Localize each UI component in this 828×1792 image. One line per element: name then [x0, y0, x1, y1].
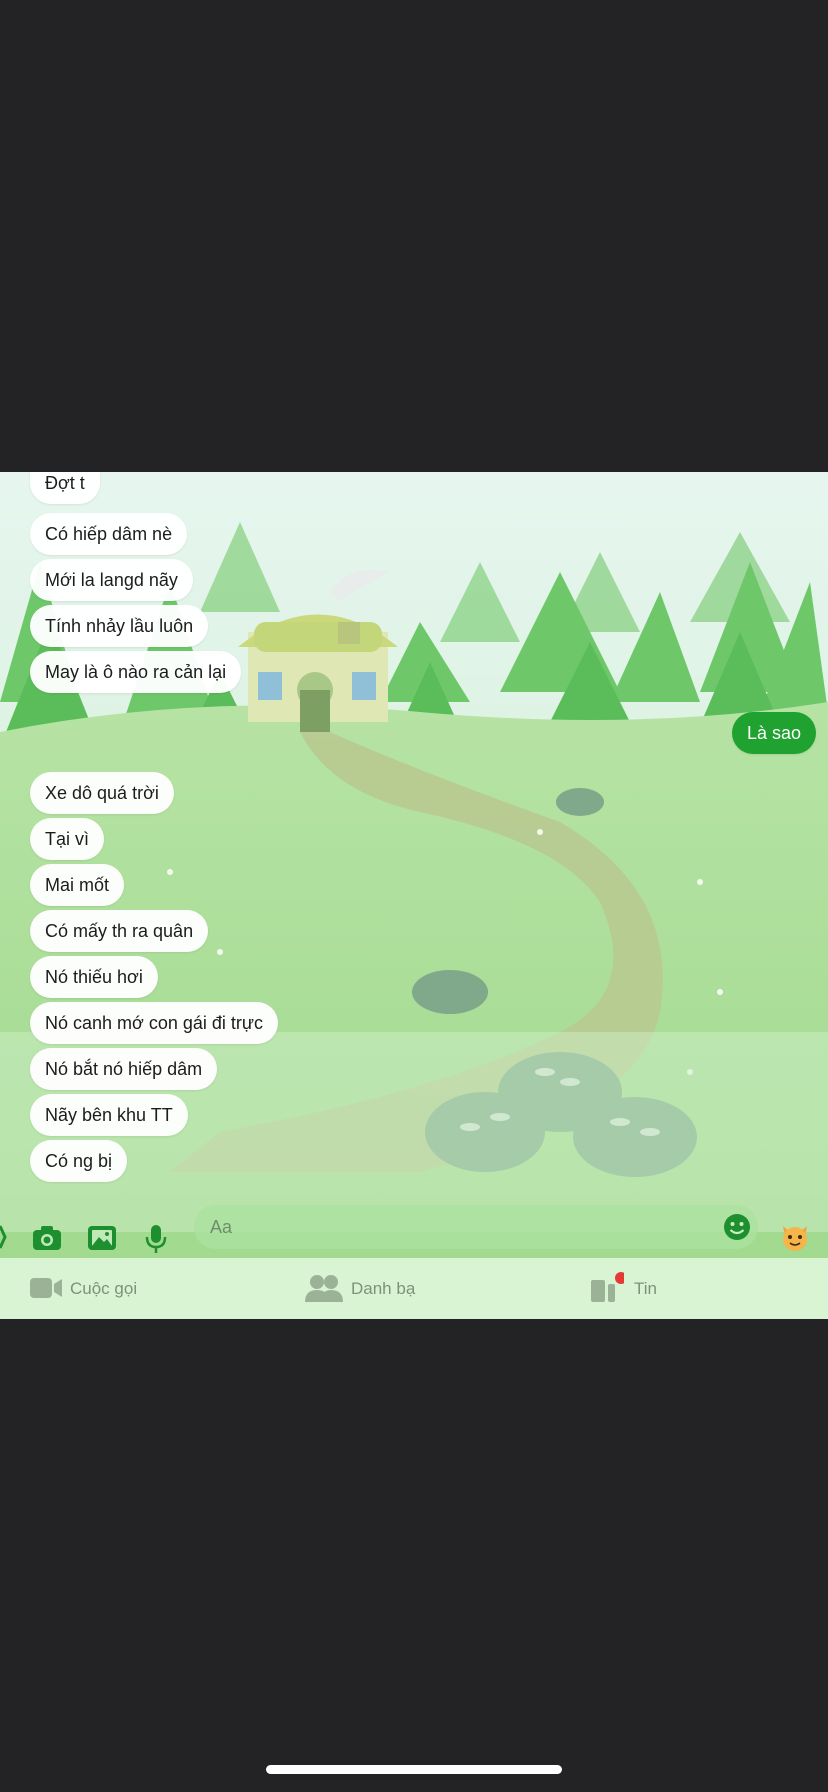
tab-contacts[interactable]: Danh bạ [305, 1258, 465, 1319]
message-bubble-incoming[interactable]: May là ô nào ra cản lại [30, 651, 242, 693]
tab-calls-label: Cuộc gọi [70, 1279, 138, 1298]
message-bubble-incoming[interactable]: Mới la langd nãy [30, 559, 193, 601]
microphone-icon[interactable] [145, 1224, 167, 1254]
chevron-partial-icon[interactable] [0, 1224, 10, 1250]
video-call-icon [30, 1278, 62, 1298]
contacts-icon [305, 1275, 343, 1302]
message-bubble-incoming[interactable]: Tính nhảy lầu luôn [30, 605, 209, 647]
message-bubble-incoming[interactable]: Nó canh mớ con gái đi trực [30, 1002, 278, 1044]
emoji-icon[interactable] [722, 1212, 752, 1242]
message-bubble-incoming[interactable]: Nãy bên khu TT [30, 1094, 188, 1136]
message-bubble-incoming[interactable]: Có hiếp dâm nè [30, 513, 188, 555]
camera-icon[interactable] [32, 1224, 62, 1252]
tab-news[interactable]: Tin [590, 1258, 710, 1319]
message-bubble-incoming[interactable]: Đợt t [30, 472, 100, 504]
message-bubble-incoming[interactable]: Có ng bị [30, 1140, 128, 1182]
news-icon [591, 1272, 624, 1302]
message-bubble-incoming[interactable]: Nó thiếu hơi [30, 956, 158, 998]
tab-contacts-label: Danh bạ [351, 1279, 416, 1298]
message-bubble-incoming[interactable]: Có mấy th ra quân [30, 910, 209, 952]
tab-news-label: Tin [634, 1279, 657, 1298]
message-list[interactable]: Đợt t Có hiếp dâm nè Mới la langd nãy Tí… [0, 472, 828, 1202]
message-bubble-outgoing[interactable]: Là sao [731, 712, 816, 754]
message-input[interactable]: Aa [194, 1205, 758, 1249]
cat-sticker-icon[interactable] [780, 1222, 810, 1252]
bottom-tab-bar: Cuộc gọi Danh bạ Tin [0, 1258, 828, 1319]
message-bubble-incoming[interactable]: Mai mốt [30, 864, 125, 906]
message-bubble-incoming[interactable]: Tại vì [30, 818, 105, 860]
image-icon[interactable] [87, 1224, 117, 1252]
message-bubble-incoming[interactable]: Nó bắt nó hiếp dâm [30, 1048, 218, 1090]
screenshot-frame: Đợt t Có hiếp dâm nè Mới la langd nãy Tí… [0, 472, 828, 1319]
home-indicator [266, 1765, 562, 1774]
message-input-placeholder: Aa [210, 1217, 233, 1237]
tab-calls[interactable]: Cuộc gọi [30, 1258, 190, 1319]
notification-dot [615, 1272, 624, 1284]
message-bubble-incoming[interactable]: Xe dô quá trời [30, 772, 174, 814]
